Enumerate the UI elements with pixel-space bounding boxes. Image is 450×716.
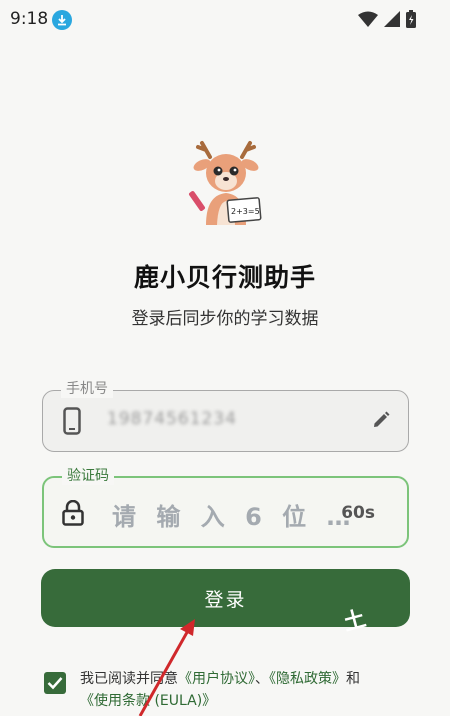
phone-field[interactable]: 手机号 19874561234 bbox=[42, 380, 409, 452]
code-input-placeholder[interactable]: 请 输 入 6 位 … bbox=[112, 497, 356, 532]
agree-checkbox[interactable] bbox=[44, 672, 66, 694]
logo-equation: 2+3=5 bbox=[231, 207, 260, 216]
download-icon bbox=[52, 10, 72, 30]
agreement-text: 我已阅读并同意《用户协议》、《隐私政策》和 《使用条款 (EULA)》 bbox=[80, 668, 420, 712]
resend-countdown[interactable]: 60s bbox=[341, 503, 375, 523]
app-logo: 2+3=5 bbox=[180, 135, 272, 227]
verification-code-field[interactable]: 验证码 请 输 入 6 位 … 60s bbox=[42, 467, 409, 548]
status-bar: 9:18 bbox=[0, 0, 450, 40]
phone-input-value[interactable]: 19874561234 bbox=[107, 409, 237, 429]
code-field-label: 验证码 bbox=[62, 467, 114, 485]
agreement-separator: 、 bbox=[255, 671, 269, 687]
phone-icon bbox=[63, 407, 81, 439]
privacy-policy-link[interactable]: 《隐私政策》 bbox=[269, 671, 346, 687]
eula-link[interactable]: 《使用条款 (EULA)》 bbox=[80, 693, 216, 709]
app-subtitle: 登录后同步你的学习数据 bbox=[131, 309, 319, 329]
user-agreement-link[interactable]: 《用户协议》 bbox=[178, 671, 255, 687]
check-icon bbox=[47, 677, 63, 690]
agreement-prefix: 我已阅读并同意 bbox=[80, 671, 178, 687]
app-title: 鹿小贝行测助手 bbox=[133, 263, 316, 292]
status-time: 9:18 bbox=[10, 9, 49, 29]
agreement-and: 和 bbox=[346, 671, 360, 687]
lock-icon bbox=[62, 499, 84, 530]
cellular-signal-icon bbox=[384, 11, 400, 27]
battery-icon bbox=[406, 10, 416, 28]
edit-icon[interactable] bbox=[372, 411, 390, 433]
phone-field-label: 手机号 bbox=[61, 380, 113, 398]
wifi-icon bbox=[358, 11, 378, 27]
